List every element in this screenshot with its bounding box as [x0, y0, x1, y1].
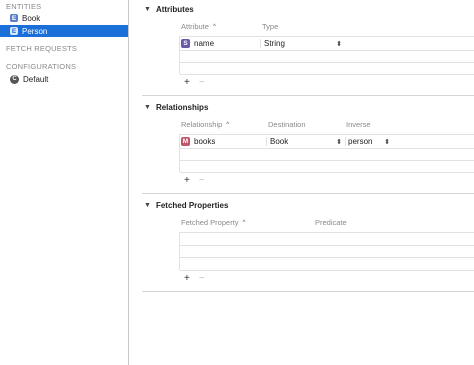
- entity-sidebar: ENTITIES E Book E Person FETCH REQUESTS …: [0, 0, 129, 365]
- table-divider: [180, 36, 474, 37]
- remove-attribute-button[interactable]: −: [199, 77, 205, 88]
- destination-popup[interactable]: Book ⬍: [270, 136, 342, 147]
- relationships-section-title[interactable]: ▼ Relationships: [144, 103, 208, 112]
- inverse-popup[interactable]: person ⬍: [348, 136, 390, 147]
- column-header-attribute[interactable]: Attribute ^: [181, 22, 216, 31]
- disclosure-triangle-icon[interactable]: ▼: [144, 202, 151, 209]
- add-attribute-button[interactable]: +: [184, 77, 190, 88]
- add-relationship-button[interactable]: +: [184, 175, 190, 186]
- attributes-section-title[interactable]: ▼ Attributes: [144, 5, 194, 14]
- column-header-label: Fetched Property: [181, 218, 239, 227]
- remove-fetched-property-button[interactable]: −: [199, 273, 205, 284]
- table-divider: [180, 148, 474, 149]
- column-header-label: Attribute: [181, 22, 209, 31]
- section-divider: [142, 95, 474, 96]
- add-fetched-property-button[interactable]: +: [184, 273, 190, 284]
- column-header-label: Type: [262, 22, 279, 31]
- popup-stepper-icon: ⬍: [336, 40, 342, 48]
- entities-header: ENTITIES: [6, 2, 42, 11]
- column-header-inverse[interactable]: Inverse: [346, 120, 371, 129]
- column-header-label: Predicate: [315, 218, 347, 227]
- table-border: [179, 232, 180, 270]
- column-divider: [266, 137, 267, 146]
- section-divider: [142, 193, 474, 194]
- sort-ascending-icon: ^: [212, 23, 216, 30]
- disclosure-triangle-icon[interactable]: ▼: [144, 104, 151, 111]
- string-type-icon: S: [181, 39, 190, 48]
- table-divider: [180, 134, 474, 135]
- popup-stepper-icon: ⬍: [336, 138, 342, 146]
- remove-relationship-button[interactable]: −: [199, 175, 205, 186]
- column-header-label: Inverse: [346, 120, 371, 129]
- column-header-type[interactable]: Type: [262, 22, 278, 31]
- table-divider: [180, 232, 474, 233]
- attributes-add-remove: + −: [184, 77, 205, 88]
- table-divider: [180, 62, 474, 63]
- attribute-name: name: [194, 39, 215, 48]
- table-divider: [180, 50, 474, 51]
- relationship-name: books: [194, 137, 216, 146]
- column-header-destination[interactable]: Destination: [268, 120, 306, 129]
- entity-icon: E: [10, 27, 18, 35]
- sort-ascending-icon: ^: [242, 219, 246, 226]
- attribute-name-cell[interactable]: S name: [181, 38, 214, 49]
- column-header-label: Relationship: [181, 120, 223, 129]
- entity-icon: E: [10, 14, 18, 22]
- to-many-relationship-icon: M: [181, 137, 190, 146]
- column-header-fetched-property[interactable]: Fetched Property ^: [181, 218, 245, 227]
- type-value: String: [264, 39, 285, 48]
- section-divider: [142, 291, 474, 292]
- configurations-header: CONFIGURATIONS: [6, 62, 77, 71]
- fetch-requests-header: FETCH REQUESTS: [6, 44, 78, 53]
- sidebar-item-book[interactable]: E Book: [0, 12, 128, 24]
- section-title-label: Attributes: [155, 5, 194, 14]
- fetched-properties-section-title[interactable]: ▼ Fetched Properties: [144, 201, 228, 210]
- sidebar-item-label: Person: [22, 26, 48, 36]
- sidebar-item-person[interactable]: E Person: [0, 25, 128, 37]
- sidebar-item-label: Book: [22, 13, 41, 23]
- sort-ascending-icon: ^: [226, 121, 230, 128]
- table-divider: [180, 74, 474, 75]
- relationship-name-cell[interactable]: M books: [181, 136, 215, 147]
- table-divider: [180, 257, 474, 258]
- table-divider: [180, 172, 474, 173]
- table-divider: [180, 270, 474, 271]
- fetched-properties-add-remove: + −: [184, 273, 205, 284]
- configuration-icon: C: [10, 74, 19, 84]
- sidebar-item-default[interactable]: C Default: [0, 73, 128, 85]
- table-row[interactable]: M books Book ⬍ person ⬍: [180, 136, 474, 147]
- column-header-predicate[interactable]: Predicate: [315, 218, 347, 227]
- relationships-add-remove: + −: [184, 175, 205, 186]
- column-header-relationship[interactable]: Relationship ^: [181, 120, 229, 129]
- table-divider: [180, 245, 474, 246]
- disclosure-triangle-icon[interactable]: ▼: [144, 6, 151, 13]
- sidebar-item-label: Default: [23, 74, 49, 84]
- column-divider: [260, 39, 261, 48]
- section-title-label: Fetched Properties: [155, 201, 229, 210]
- table-divider: [180, 160, 474, 161]
- column-divider: [345, 137, 346, 146]
- section-title-label: Relationships: [155, 103, 209, 112]
- inverse-value: person: [348, 137, 373, 146]
- destination-value: Book: [270, 137, 289, 146]
- type-popup[interactable]: String ⬍: [264, 38, 342, 49]
- column-header-label: Destination: [268, 120, 306, 129]
- popup-stepper-icon: ⬍: [384, 138, 390, 146]
- table-row[interactable]: S name String ⬍: [180, 38, 474, 49]
